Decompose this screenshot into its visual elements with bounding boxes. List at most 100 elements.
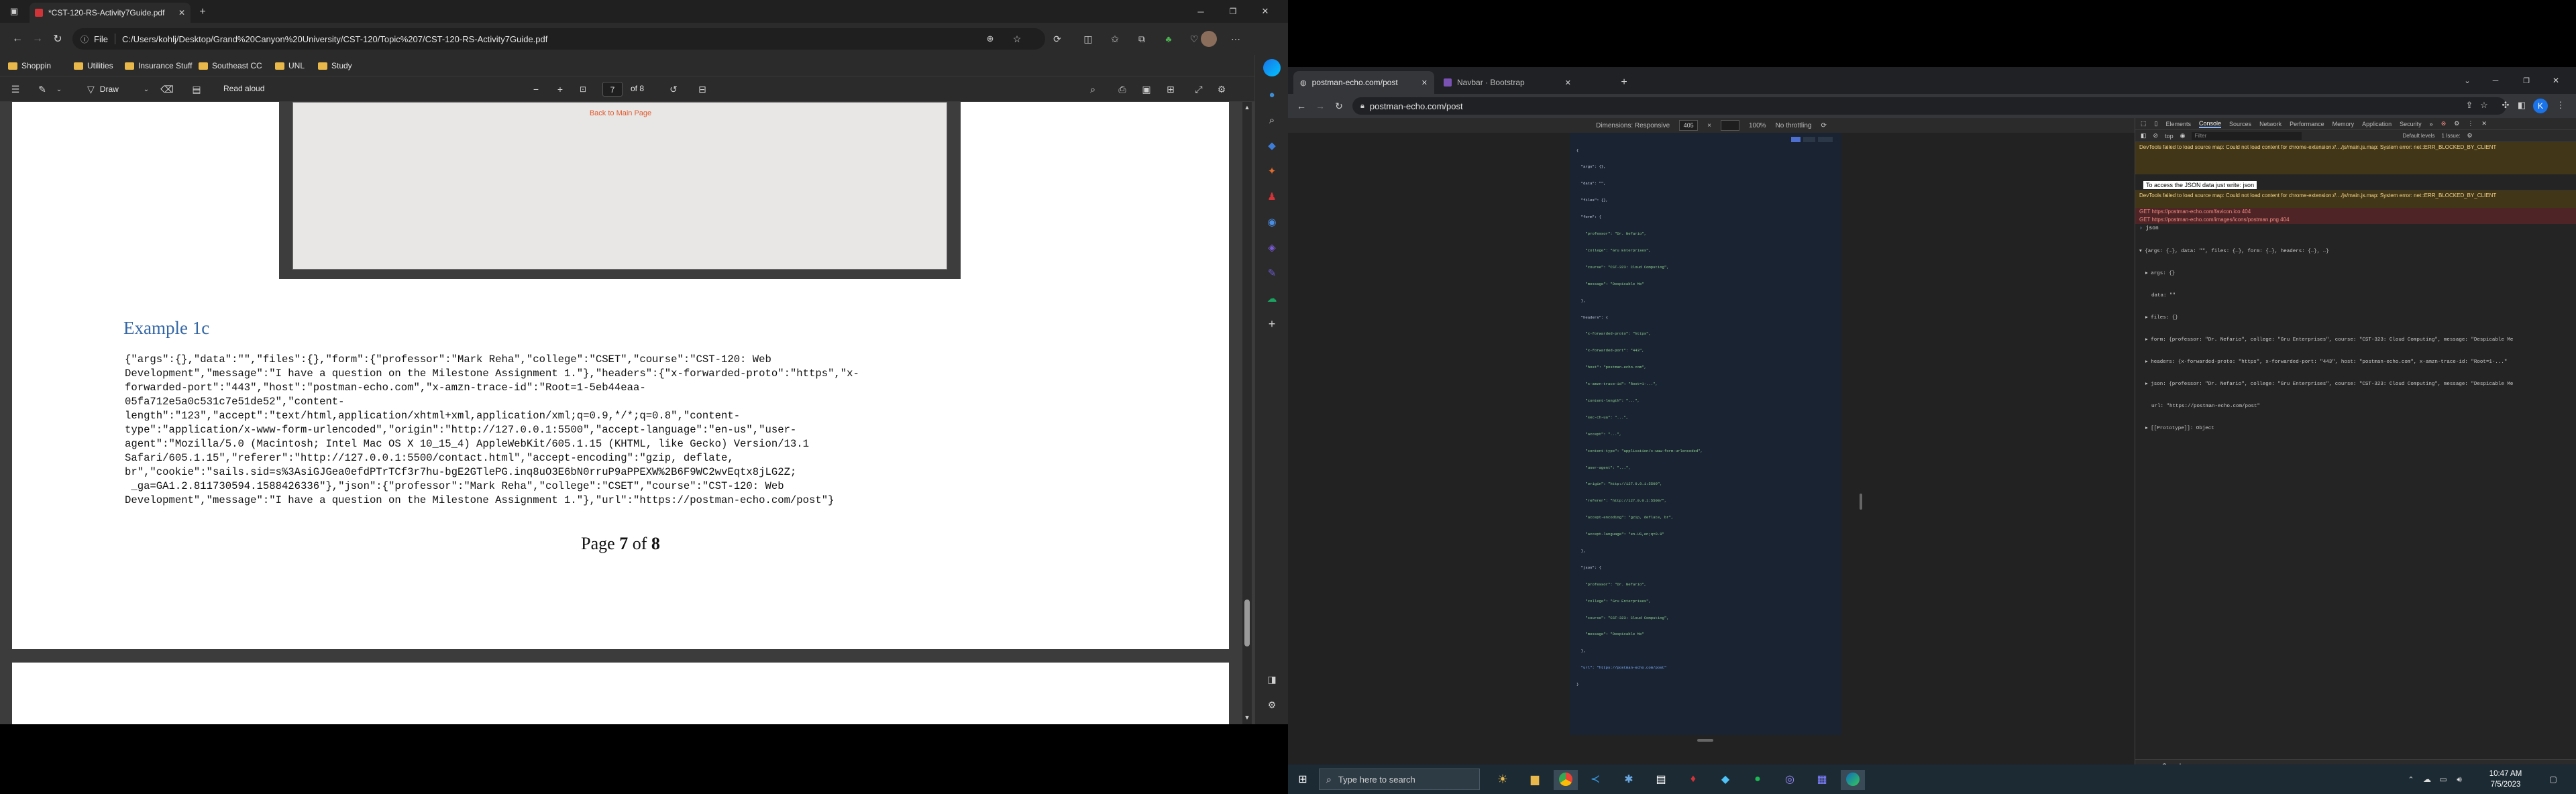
eraser-icon[interactable]: ⌫ [160,83,174,95]
tools-icon[interactable]: ✦ [1265,164,1279,178]
draw-button[interactable]: ▽ Draw [87,82,119,96]
devtools-tab-active[interactable]: Console [2199,120,2222,128]
app-icon[interactable]: ◎ [1782,771,1798,787]
refresh-icon[interactable]: ↻ [50,31,66,47]
tab-search-icon[interactable]: ⌄ [2461,74,2474,87]
close-icon[interactable]: ✕ [1421,78,1428,87]
rotate-icon[interactable]: ⟳ [1821,122,1827,129]
rotate-icon[interactable]: ↺ [667,83,680,95]
search-icon[interactable]: ⌕ [1087,83,1099,95]
app-icon[interactable]: ♦ [1685,771,1701,787]
app-icon[interactable]: ◆ [1717,771,1733,787]
page-number-input[interactable]: 7 [602,82,623,97]
maximize-icon[interactable]: ❐ [1225,4,1241,19]
profile-avatar[interactable] [1201,31,1217,47]
share-icon[interactable]: ⇪ [2463,99,2475,111]
clock[interactable]: 10:47 AM 7/5/2023 [2475,769,2536,790]
save-icon[interactable]: ▣ [1140,83,1152,95]
scroll-up-icon[interactable]: ▲ [1242,103,1252,111]
clear-console-icon[interactable]: ⊘ [2153,132,2159,139]
hide-sidebar-icon[interactable]: ◨ [1265,672,1279,687]
back-icon[interactable]: ← [9,31,25,47]
network-icon[interactable]: ▭ [2438,773,2449,786]
immersive-reader-icon[interactable]: ▤ [191,83,203,95]
device-zoom-select[interactable]: 100% [1749,122,1766,129]
favorite-item[interactable]: Utilities [74,59,113,72]
contents-icon[interactable]: ☰ [9,83,21,95]
file-explorer-icon[interactable]: ▆ [1527,771,1543,787]
refresh-icon[interactable]: ↻ [1332,99,1346,113]
device-dimensions-select[interactable]: Dimensions: Responsive [1596,122,1670,129]
volume-icon[interactable]: 🔊︎ [2454,773,2465,786]
save-as-icon[interactable]: ⊞ [1165,83,1177,95]
settings-icon[interactable]: ⚙ [1265,697,1279,712]
tree-row[interactable]: ▸ args: {} [2139,270,2575,278]
tray-chevron-icon[interactable]: ⌃ [2406,773,2416,786]
favorite-item[interactable]: Insurance Stuff [125,59,193,72]
more-menu-icon[interactable]: ⋮ [2467,120,2473,127]
close-icon[interactable]: ✕ [178,8,185,17]
tab-bootstrap[interactable]: Navbar · Bootstrap ✕ [1437,71,1578,94]
issues-button[interactable]: 1 Issue: [2441,133,2460,139]
inspect-icon[interactable]: ⬚ [2141,120,2147,127]
settings-icon[interactable]: ⚙ [2454,120,2459,127]
discover-icon[interactable]: ● [1265,87,1279,102]
close-window-icon[interactable]: ✕ [1257,4,1273,19]
copilot-icon[interactable] [1263,59,1281,76]
minimize-icon[interactable]: ─ [1193,4,1209,19]
cloud-icon[interactable]: ☁ [2422,773,2432,786]
close-icon[interactable]: ✕ [1565,78,1571,87]
settings-icon[interactable]: ⚙ [1216,83,1228,95]
print-icon[interactable]: ⎙ [1116,83,1128,95]
tree-row[interactable]: url: "https://postman-echo.com/post" [2139,403,2575,410]
tree-row[interactable]: ▸ [[Prototype]]: Object [2139,425,2575,433]
fit-page-icon[interactable]: ⊡ [577,83,589,95]
forward-icon[interactable]: → [1313,99,1327,113]
device-height-input[interactable] [1721,120,1739,131]
settings-icon[interactable]: ⚙ [2467,132,2472,139]
refresh-extension-icon[interactable]: ⟳ [1051,32,1064,46]
favorite-item[interactable]: Shoppin [8,59,51,72]
bookmark-star-icon[interactable]: ☆ [2478,99,2490,111]
new-tab-icon[interactable]: + [1617,75,1631,90]
context-select[interactable]: top [2165,133,2174,139]
outlook-icon[interactable]: ◈ [1265,240,1279,255]
designer-icon[interactable]: ☁ [1265,291,1279,306]
device-throttle-select[interactable]: No throttling [1776,122,1812,129]
tree-row[interactable]: data: "" [2139,292,2575,300]
tree-row[interactable]: ▸ headers: {x-forwarded-proto: "https", … [2139,359,2575,366]
tab-postman[interactable]: ◍ postman-echo.com/post ✕ [1293,71,1434,94]
add-app-icon[interactable]: + [1265,317,1279,331]
shopping-icon[interactable]: ◆ [1265,138,1279,153]
forward-icon[interactable]: → [30,31,46,47]
zoom-in-icon[interactable]: + [554,83,566,95]
address-bar[interactable]: ⓘ File C:/Users/kohlj/Desktop/Grand%20Ca… [72,28,1045,50]
log-levels-select[interactable]: Default levels [2402,133,2434,139]
omnibox[interactable]: 🔒︎ postman-echo.com/post [1352,97,2506,115]
profile-avatar[interactable]: K [2533,99,2548,113]
tree-row[interactable]: ▸ json: {professor: "Dr. Nefario", colle… [2139,381,2575,388]
sidebar-toggle-icon[interactable]: ◧ [2141,132,2147,139]
spotify-icon[interactable]: ● [1750,771,1766,787]
scroll-down-icon[interactable]: ▼ [1242,714,1252,722]
widgets-icon[interactable]: ☀ [1489,770,1516,789]
taskbar-app-chrome-active[interactable] [1554,770,1578,790]
scrollbar[interactable]: ▲ ▼ [1242,102,1252,724]
split-screen-icon[interactable]: ◫ [1081,32,1095,46]
favorites-icon[interactable]: ✩ [1108,32,1122,46]
highlight-icon[interactable]: ✎ [36,83,48,95]
search-icon[interactable]: ⌕ [1265,113,1279,127]
read-aloud-button[interactable]: Read aloud [223,84,264,93]
close-icon[interactable]: ✕ [2481,120,2487,127]
chevron-down-icon[interactable]: ⌄ [142,83,150,95]
device-icon[interactable]: ▯ [2155,120,2158,127]
extensions-icon[interactable]: ✣ [2500,99,2512,111]
devtools-tab[interactable]: Memory [2332,121,2355,127]
side-panel-icon[interactable]: ◧ [2516,99,2528,111]
resize-handle-bottom[interactable] [1697,739,1713,742]
tab-pdf[interactable]: *CST-120-RS-Activity7Guide.pdf ✕ [30,3,191,23]
drop-icon[interactable]: ✎ [1265,266,1279,280]
pdf-viewer[interactable]: Back to Main Page Example 1c {"args":{},… [0,102,1254,724]
favorite-item[interactable]: Study [318,59,352,72]
collections-icon[interactable]: ⧉ [1135,32,1148,46]
